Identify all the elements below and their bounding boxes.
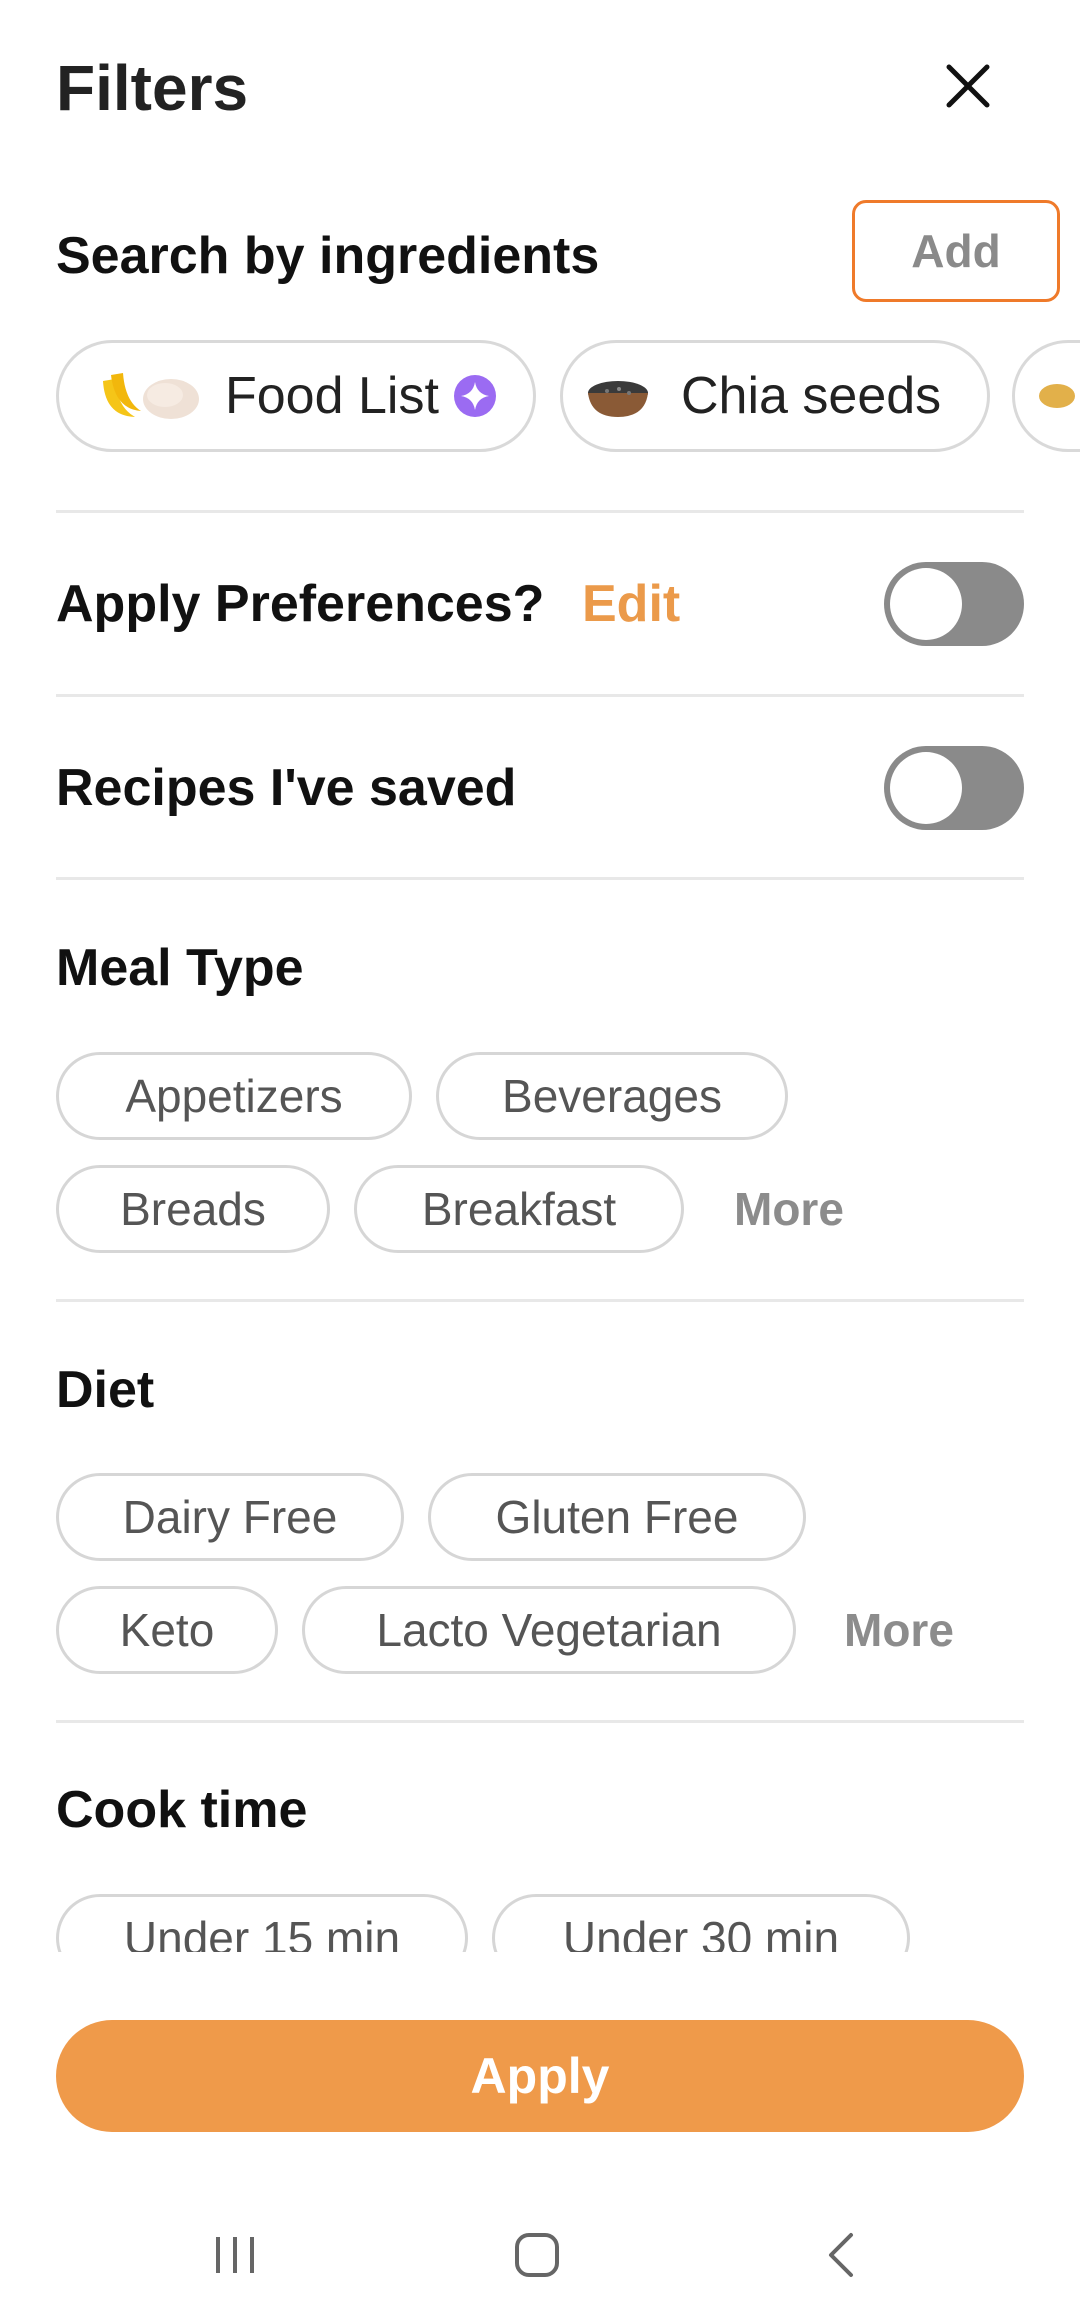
back-button[interactable] [796,2220,886,2290]
meal-type-title: Meal Type [56,939,304,997]
chip-keto[interactable]: Keto [56,1586,278,1674]
system-navigation-bar [0,2200,1080,2313]
edit-preferences-link[interactable]: Edit [582,572,680,636]
divider [56,1299,1024,1302]
chip-gluten-free[interactable]: Gluten Free [428,1473,806,1561]
close-icon [946,64,990,108]
divider [56,510,1024,513]
chip-under-15-min[interactable]: Under 15 min [56,1894,468,1952]
diet-more-link[interactable]: More [844,1586,954,1674]
home-icon [515,2233,559,2277]
chip-lacto-vegetarian[interactable]: Lacto Vegetarian [302,1586,796,1674]
chia-bowl-icon [588,381,648,417]
ingredient-chip-food-list[interactable]: Food List [56,340,536,452]
apply-preferences-toggle[interactable] [884,562,1024,646]
apply-button[interactable]: Apply [56,2020,1024,2132]
ingredient-chip-label: Chia seeds [681,367,942,425]
apply-preferences-label: Apply Preferences? [56,575,545,633]
filters-screen: Filters Search by ingredients Add Food L… [0,0,1080,2313]
chip-breakfast[interactable]: Breakfast [354,1165,684,1253]
chip-beverages[interactable]: Beverages [436,1052,788,1140]
back-icon [829,2233,853,2277]
banana-chicken-icon [103,373,199,419]
recent-apps-icon [216,2237,254,2273]
chip-appetizers[interactable]: Appetizers [56,1052,412,1140]
home-button[interactable] [492,2220,582,2290]
meal-type-more-link[interactable]: More [734,1165,844,1253]
potato-icon [1039,384,1075,408]
ingredient-chip-chia-seeds[interactable]: Chia seeds [560,340,990,452]
close-button[interactable] [936,54,1000,118]
diet-title: Diet [56,1361,155,1419]
ingredient-chip-row[interactable]: Food List Chia seeds [56,340,1080,454]
toggle-knob [890,752,962,824]
sparkle-icon [453,375,496,417]
chip-breads[interactable]: Breads [56,1165,330,1253]
chip-under-30-min[interactable]: Under 30 min [492,1894,910,1952]
ingredient-chip-partial[interactable] [1012,340,1080,452]
divider [56,1720,1024,1723]
divider [56,694,1024,697]
page-title: Filters [56,52,249,124]
recent-apps-button[interactable] [190,2220,280,2290]
chip-dairy-free[interactable]: Dairy Free [56,1473,404,1561]
cook-time-title: Cook time [56,1781,308,1839]
recipes-saved-toggle[interactable] [884,746,1024,830]
add-ingredient-button[interactable]: Add [852,200,1060,302]
ingredient-chip-label: Food List [225,367,439,425]
toggle-knob [890,568,962,640]
ingredients-section-title: Search by ingredients [56,227,600,285]
divider [56,877,1024,880]
recipes-saved-label: Recipes I've saved [56,759,517,817]
cook-time-chip-row: Under 15 min Under 30 min [0,1880,1080,1952]
